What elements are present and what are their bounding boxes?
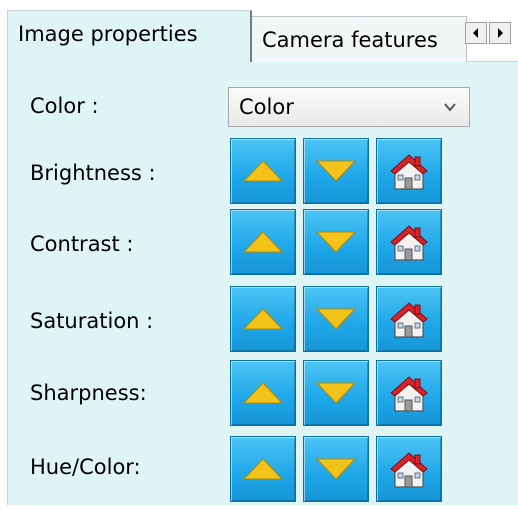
scroll-right-icon xyxy=(498,28,503,38)
brightness-decrease-button[interactable] xyxy=(303,138,369,204)
down-arrow-icon xyxy=(315,160,357,182)
brightness-increase-button[interactable] xyxy=(230,138,296,204)
down-arrow-icon xyxy=(315,458,357,480)
saturation-reset-button[interactable] xyxy=(376,286,442,352)
tab-image-properties-label: Image properties xyxy=(18,22,198,46)
color-label: Color : xyxy=(30,94,99,118)
chevron-down-icon xyxy=(444,103,456,112)
down-arrow-icon xyxy=(315,308,357,330)
brightness-reset-button[interactable] xyxy=(376,138,442,204)
down-arrow-icon xyxy=(315,382,357,404)
home-reset-icon xyxy=(390,154,428,190)
tab-strip: Image properties Camera features xyxy=(0,0,518,62)
sharpness-decrease-button[interactable] xyxy=(303,360,369,426)
tab-image-properties[interactable]: Image properties xyxy=(7,10,252,62)
up-arrow-icon xyxy=(242,458,284,480)
up-arrow-icon xyxy=(242,308,284,330)
color-mode-value: Color xyxy=(239,95,294,119)
hue-color-increase-button[interactable] xyxy=(230,436,296,502)
hue-color-reset-button[interactable] xyxy=(376,436,442,502)
scroll-left-icon xyxy=(473,28,478,38)
up-arrow-icon xyxy=(242,231,284,253)
brightness-label: Brightness : xyxy=(30,161,156,185)
camera-settings-window: Image properties Camera features Color :… xyxy=(0,0,518,515)
panel-bottom-edge xyxy=(0,505,518,515)
home-reset-icon xyxy=(390,302,428,338)
up-arrow-icon xyxy=(242,160,284,182)
tab-scroll-left-button[interactable] xyxy=(465,22,487,44)
tab-camera-features[interactable]: Camera features xyxy=(252,16,467,62)
home-reset-icon xyxy=(390,225,428,261)
hue-color-decrease-button[interactable] xyxy=(303,436,369,502)
sharpness-reset-button[interactable] xyxy=(376,360,442,426)
saturation-label: Saturation : xyxy=(30,309,154,333)
contrast-decrease-button[interactable] xyxy=(303,209,369,275)
hue-color-label: Hue/Color: xyxy=(30,455,141,479)
image-properties-panel: Color : Color Brightness : Contrast: Sa… xyxy=(7,61,518,505)
tab-scroll-right-button[interactable] xyxy=(489,22,511,44)
saturation-increase-button[interactable] xyxy=(230,286,296,352)
home-reset-icon xyxy=(390,452,428,488)
up-arrow-icon xyxy=(242,382,284,404)
color-mode-select[interactable]: Color xyxy=(228,87,470,127)
tab-camera-features-label: Camera features xyxy=(262,28,438,52)
contrast-increase-button[interactable] xyxy=(230,209,296,275)
down-arrow-icon xyxy=(315,231,357,253)
contrast-reset-button[interactable] xyxy=(376,209,442,275)
contrast-label: Contrast : xyxy=(30,232,134,256)
home-reset-icon xyxy=(390,376,428,412)
sharpness-label: Sharpness: xyxy=(30,381,147,405)
saturation-decrease-button[interactable] xyxy=(303,286,369,352)
sharpness-increase-button[interactable] xyxy=(230,360,296,426)
